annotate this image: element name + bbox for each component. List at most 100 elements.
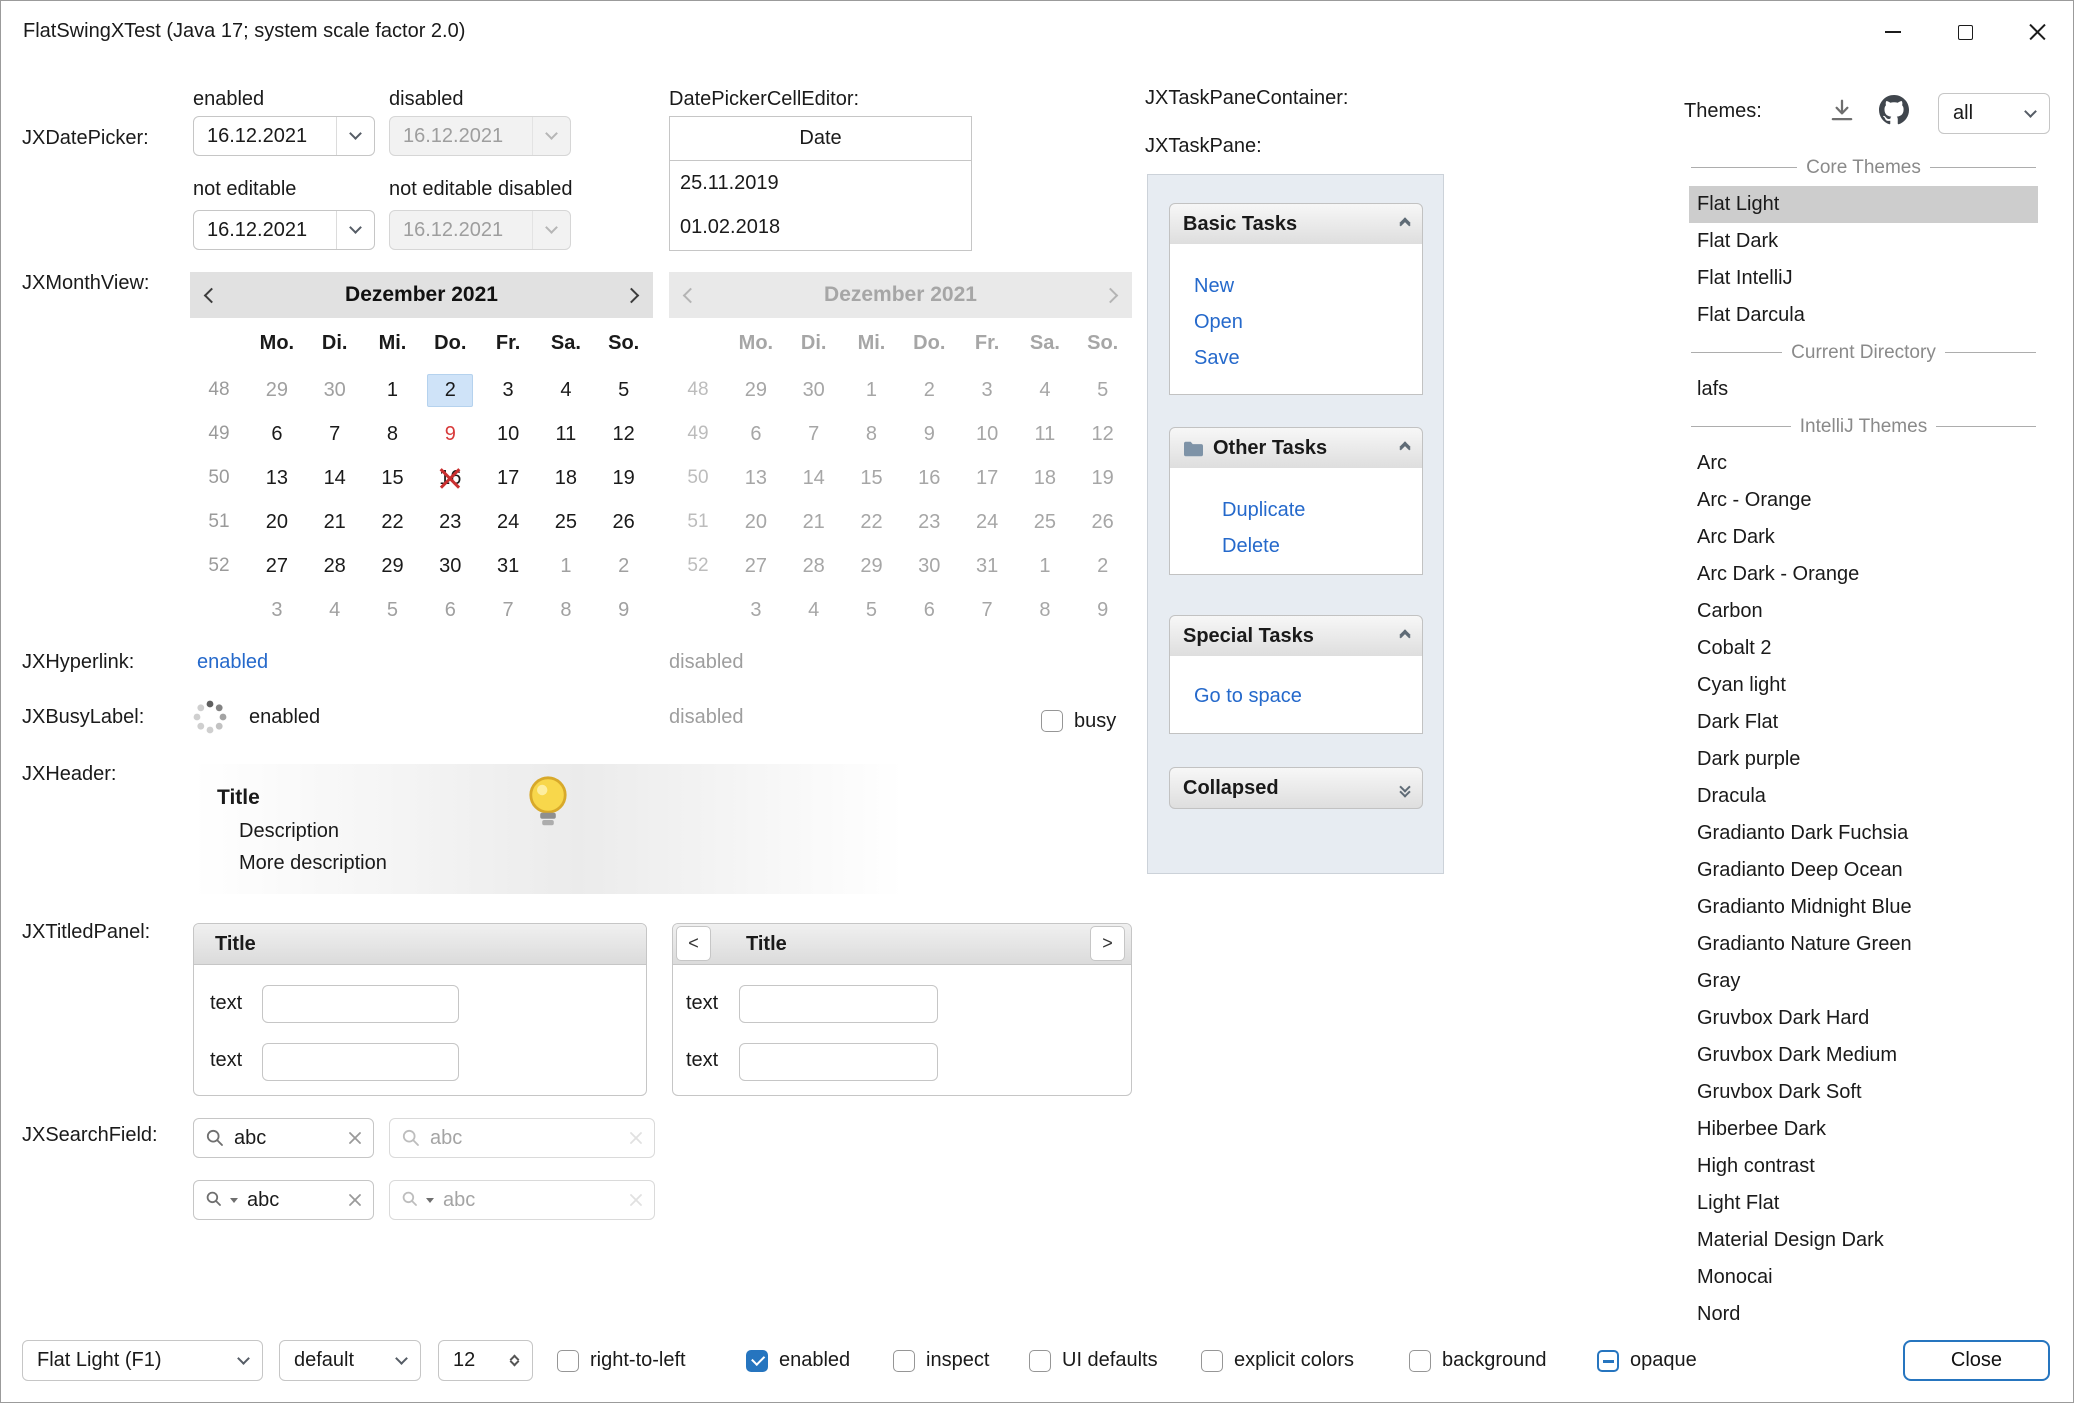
calendar-day[interactable]: 4 <box>537 368 595 412</box>
calendar-day[interactable]: 5 <box>364 588 422 632</box>
next-button[interactable]: > <box>1090 926 1125 961</box>
searchfield-enabled[interactable]: abc <box>193 1118 374 1158</box>
checkbox-box[interactable] <box>893 1350 915 1372</box>
calendar-day[interactable]: 2 <box>595 544 653 588</box>
calendar-day[interactable]: 16 <box>421 456 479 500</box>
datepicker-dropdown-button[interactable] <box>336 211 374 249</box>
calendar-day[interactable]: 8 <box>364 412 422 456</box>
checkbox-box[interactable] <box>1041 710 1063 732</box>
calendar-day[interactable]: 10 <box>479 412 537 456</box>
theme-item-gradianto-nature-green[interactable]: Gradianto Nature Green <box>1689 926 2038 963</box>
next-month-button[interactable] <box>624 287 640 303</box>
spinner-buttons[interactable] <box>502 1356 532 1365</box>
theme-item-hiberbee-dark[interactable]: Hiberbee Dark <box>1689 1111 2038 1148</box>
minimize-button[interactable] <box>1857 1 1929 63</box>
hyperlink-enabled[interactable]: enabled <box>197 651 268 674</box>
theme-item-arc[interactable]: Arc <box>1689 445 2038 482</box>
theme-item-arc-orange[interactable]: Arc - Orange <box>1689 482 2038 519</box>
chevron-double-up-icon[interactable] <box>1401 631 1409 641</box>
prev-button[interactable]: < <box>676 926 711 961</box>
taskpane-header-other-tasks[interactable]: Other Tasks <box>1169 427 1423 469</box>
taskpane-link-go-to-space[interactable]: Go to space <box>1170 678 1422 714</box>
calendar-day[interactable]: 27 <box>248 544 306 588</box>
datepicker-enabled[interactable]: 16.12.2021 <box>193 116 375 156</box>
checkbox-box[interactable] <box>557 1350 579 1372</box>
calendar-day[interactable]: 24 <box>479 500 537 544</box>
theme-item-gray[interactable]: Gray <box>1689 963 2038 1000</box>
calendar-day[interactable]: 26 <box>595 500 653 544</box>
calendar-day[interactable]: 12 <box>595 412 653 456</box>
theme-item-dracula[interactable]: Dracula <box>1689 778 2038 815</box>
taskpane-header-special-tasks[interactable]: Special Tasks <box>1169 615 1423 657</box>
close-window-button[interactable] <box>2001 1 2073 63</box>
theme-item-high-contrast[interactable]: High contrast <box>1689 1148 2038 1185</box>
font-size-spinner[interactable]: 12 <box>438 1340 533 1381</box>
theme-item-gradianto-deep-ocean[interactable]: Gradianto Deep Ocean <box>1689 852 2038 889</box>
calendar-day[interactable]: 9 <box>595 588 653 632</box>
calendar-day[interactable]: 3 <box>248 588 306 632</box>
checkbox-box[interactable] <box>746 1350 768 1372</box>
text-input-2[interactable] <box>739 1043 938 1081</box>
taskpane-header-basic-tasks[interactable]: Basic Tasks <box>1169 203 1423 245</box>
calendar-day[interactable]: 22 <box>364 500 422 544</box>
calendar-day[interactable]: 3 <box>479 368 537 412</box>
calendar-day[interactable]: 30 <box>306 368 364 412</box>
checkbox-explicit-colors[interactable]: explicit colors <box>1201 1340 1354 1381</box>
calendar-day[interactable]: 1 <box>364 368 422 412</box>
calendar-day[interactable]: 13 <box>248 456 306 500</box>
calendar-day[interactable]: 23 <box>421 500 479 544</box>
calendar-day[interactable]: 29 <box>248 368 306 412</box>
theme-item-dark-flat[interactable]: Dark Flat <box>1689 704 2038 741</box>
calendar-day[interactable]: 4 <box>306 588 364 632</box>
calendar-day[interactable]: 29 <box>364 544 422 588</box>
taskpane-link-new[interactable]: New <box>1170 268 1422 304</box>
search-menu-icon[interactable] <box>205 1190 225 1210</box>
calendar-day[interactable]: 25 <box>537 500 595 544</box>
theme-item-arc-dark-orange[interactable]: Arc Dark - Orange <box>1689 556 2038 593</box>
calendar-day[interactable]: 19 <box>595 456 653 500</box>
theme-item-monocai[interactable]: Monocai <box>1689 1259 2038 1296</box>
calendar-day[interactable]: 1 <box>537 544 595 588</box>
maximize-button[interactable] <box>1929 1 2001 63</box>
theme-item-flat-intellij[interactable]: Flat IntelliJ <box>1689 260 2038 297</box>
checkbox-box[interactable] <box>1409 1350 1431 1372</box>
theme-item-material-design-dark[interactable]: Material Design Dark <box>1689 1222 2038 1259</box>
calendar-day[interactable]: 28 <box>306 544 364 588</box>
theme-item-gruvbox-dark-hard[interactable]: Gruvbox Dark Hard <box>1689 1000 2038 1037</box>
chevron-double-up-icon[interactable] <box>1401 219 1409 229</box>
datepicker-dropdown-button[interactable] <box>336 117 374 155</box>
theme-item-nord[interactable]: Nord <box>1689 1296 2038 1333</box>
theme-item-dark-purple[interactable]: Dark purple <box>1689 741 2038 778</box>
github-icon[interactable] <box>1879 95 1909 125</box>
theme-item-flat-dark[interactable]: Flat Dark <box>1689 223 2038 260</box>
checkbox-box[interactable] <box>1597 1350 1619 1372</box>
theme-item-gradianto-midnight-blue[interactable]: Gradianto Midnight Blue <box>1689 889 2038 926</box>
laf-combo[interactable]: Flat Light (F1) <box>22 1340 263 1381</box>
text-input-2[interactable] <box>262 1043 459 1081</box>
text-input-1[interactable] <box>262 985 459 1023</box>
theme-item-flat-darcula[interactable]: Flat Darcula <box>1689 297 2038 334</box>
theme-item-gradianto-dark-fuchsia[interactable]: Gradianto Dark Fuchsia <box>1689 815 2038 852</box>
clear-icon[interactable] <box>348 1131 362 1145</box>
calendar-day[interactable]: 30 <box>421 544 479 588</box>
calendar-day[interactable]: 31 <box>479 544 537 588</box>
checkbox-opaque[interactable]: opaque <box>1597 1340 1697 1381</box>
table-row[interactable]: 01.02.2018 <box>670 205 971 249</box>
checkbox-busy[interactable]: busy <box>1041 699 1116 743</box>
theme-item-cobalt-2[interactable]: Cobalt 2 <box>1689 630 2038 667</box>
calendar-day[interactable]: 2 <box>421 368 479 412</box>
close-button[interactable]: Close <box>1903 1340 2050 1381</box>
searchfield-with-menu-enabled[interactable]: abc <box>193 1180 374 1220</box>
download-icon[interactable] <box>1828 97 1856 125</box>
calendar-day[interactable]: 5 <box>595 368 653 412</box>
calendar-day[interactable]: 6 <box>248 412 306 456</box>
theme-item-flat-light[interactable]: Flat Light <box>1689 186 2038 223</box>
checkbox-box[interactable] <box>1029 1350 1051 1372</box>
theme-item-cyan-light[interactable]: Cyan light <box>1689 667 2038 704</box>
cell-editor-table[interactable]: Date 25.11.201901.02.2018 <box>669 116 972 251</box>
taskpane-link-save[interactable]: Save <box>1170 340 1422 376</box>
theme-item-light-flat[interactable]: Light Flat <box>1689 1185 2038 1222</box>
calendar-day[interactable]: 9 <box>421 412 479 456</box>
calendar-day[interactable]: 17 <box>479 456 537 500</box>
calendar-day[interactable]: 15 <box>364 456 422 500</box>
